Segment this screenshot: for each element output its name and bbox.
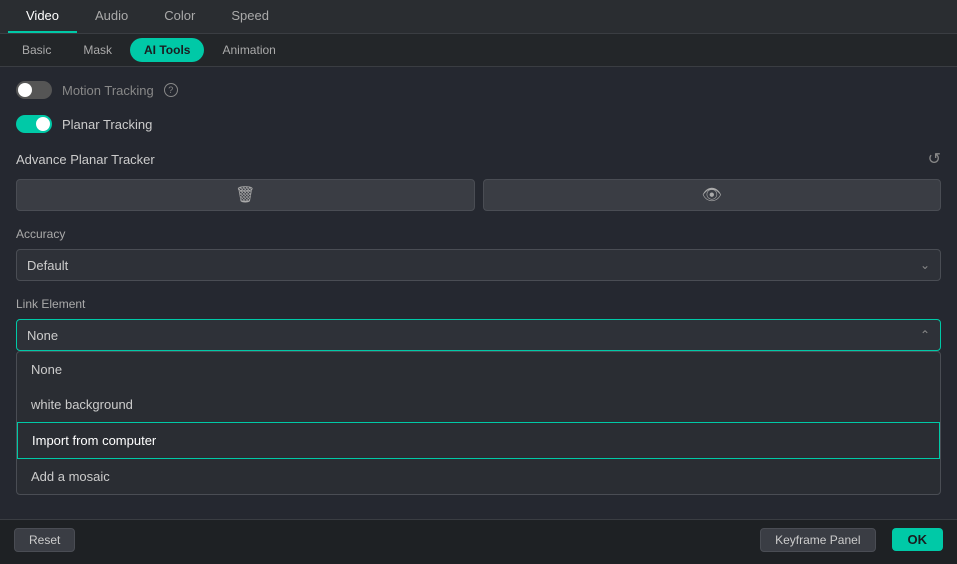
- dropdown-item-add-a-mosaic[interactable]: Add a mosaic: [17, 459, 940, 494]
- tab-speed[interactable]: Speed: [213, 0, 287, 33]
- accuracy-label: Accuracy: [16, 227, 941, 241]
- advance-planar-tracker-section: Advance Planar Tracker ↺: [16, 149, 941, 169]
- link-element-dropdown: None white background Import from comput…: [16, 351, 941, 495]
- motion-tracking-label: Motion Tracking: [62, 83, 154, 98]
- dropdown-item-import-from-computer[interactable]: Import from computer: [17, 422, 940, 459]
- bottom-bar: Reset Keyframe Panel OK: [0, 519, 957, 559]
- link-element-chevron-up-icon: ⌃: [920, 328, 930, 342]
- tab-video[interactable]: Video: [8, 0, 77, 33]
- motion-tracking-toggle[interactable]: [16, 81, 52, 99]
- motion-tracking-row: Motion Tracking ?: [16, 81, 941, 99]
- sub-tab-bar: Basic Mask AI Tools Animation: [0, 34, 957, 67]
- action-button-row: 🗑 👁: [16, 179, 941, 211]
- motion-tracking-help-icon[interactable]: ?: [164, 83, 178, 97]
- planar-tracking-toggle[interactable]: [16, 115, 52, 133]
- link-element-value: None: [27, 328, 58, 343]
- advance-planar-tracker-label: Advance Planar Tracker: [16, 152, 155, 167]
- tab-color[interactable]: Color: [146, 0, 213, 33]
- advance-planar-tracker-reset-icon[interactable]: ↺: [928, 149, 941, 169]
- link-element-label: Link Element: [16, 297, 941, 311]
- tab-animation[interactable]: Animation: [208, 38, 289, 62]
- accuracy-select[interactable]: Default ⌄: [16, 249, 941, 281]
- delete-icon: 🗑: [235, 185, 255, 205]
- accuracy-chevron-down-icon: ⌄: [920, 258, 930, 272]
- ok-button[interactable]: OK: [892, 528, 944, 551]
- tab-ai-tools[interactable]: AI Tools: [130, 38, 204, 62]
- eye-icon: 👁: [702, 185, 722, 205]
- planar-tracking-row: Planar Tracking: [16, 115, 941, 133]
- delete-button[interactable]: 🗑: [16, 179, 475, 211]
- panel-body: Motion Tracking ? Planar Tracking Advanc…: [0, 67, 957, 519]
- planar-tracking-label: Planar Tracking: [62, 117, 152, 132]
- tab-mask[interactable]: Mask: [69, 38, 126, 62]
- tab-audio[interactable]: Audio: [77, 0, 146, 33]
- dropdown-item-white-background[interactable]: white background: [17, 387, 940, 422]
- dropdown-item-none[interactable]: None: [17, 352, 940, 387]
- eye-button[interactable]: 👁: [483, 179, 942, 211]
- keyframe-panel-button[interactable]: Keyframe Panel: [760, 528, 875, 552]
- accuracy-value: Default: [27, 258, 68, 273]
- reset-button[interactable]: Reset: [14, 528, 75, 552]
- link-element-select[interactable]: None ⌃: [16, 319, 941, 351]
- top-tab-bar: Video Audio Color Speed: [0, 0, 957, 34]
- tab-basic[interactable]: Basic: [8, 38, 65, 62]
